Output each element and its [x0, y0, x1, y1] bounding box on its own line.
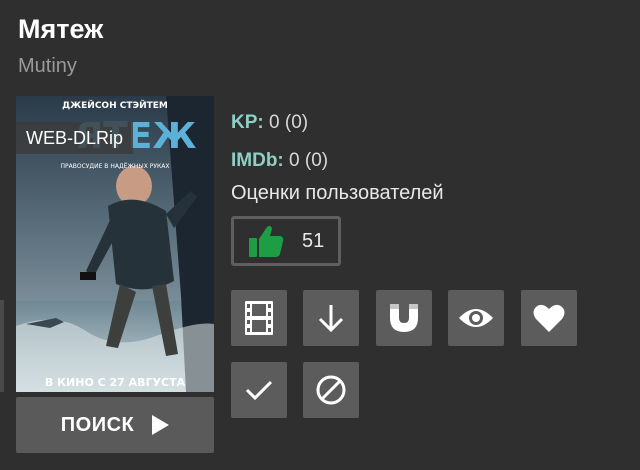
- checkmark-icon: [245, 380, 273, 401]
- play-icon: [152, 415, 170, 435]
- movie-title: Мятеж: [18, 14, 104, 44]
- magnet-button[interactable]: [376, 290, 432, 346]
- search-button[interactable]: ПОИСК: [16, 397, 214, 453]
- trailer-button[interactable]: [231, 290, 287, 346]
- film-icon: [245, 301, 273, 335]
- user-ratings-heading: Оценки пользователей: [231, 182, 444, 204]
- quality-badge: WEB-DLRip: [16, 122, 134, 154]
- like-button[interactable]: 51: [231, 216, 341, 266]
- kp-rating: KP: 0 (0): [231, 111, 308, 135]
- poster-release-text: В КИНО С 27 АВГУСТА: [45, 376, 186, 389]
- block-button[interactable]: [303, 362, 359, 418]
- kp-label: KP:: [231, 112, 264, 133]
- scrollbar[interactable]: [0, 300, 4, 392]
- thumbs-up-icon: [249, 225, 284, 257]
- eye-icon: [459, 309, 493, 327]
- kp-value: 0 (0): [269, 112, 309, 133]
- watched-button[interactable]: [231, 362, 287, 418]
- download-arrow-icon: [318, 305, 344, 333]
- watch-button[interactable]: [448, 290, 504, 346]
- download-button[interactable]: [303, 290, 359, 346]
- magnet-icon: [390, 304, 418, 332]
- block-icon: [316, 375, 346, 405]
- poster-actor-text: ДЖЕЙСОН СТЭЙТЕМ: [62, 99, 168, 111]
- poster-tagline: ПРАВОСУДИЕ В НАДЁЖНЫХ РУКАХ: [61, 163, 170, 170]
- like-count: 51: [302, 229, 325, 252]
- movie-original-title: Mutiny: [18, 55, 77, 77]
- imdb-rating: IMDb: 0 (0): [231, 149, 328, 173]
- favorite-button[interactable]: [521, 290, 577, 346]
- imdb-value: 0 (0): [289, 150, 329, 171]
- heart-icon: [533, 304, 565, 332]
- imdb-label: IMDb:: [231, 150, 284, 171]
- search-button-label: ПОИСК: [60, 413, 135, 436]
